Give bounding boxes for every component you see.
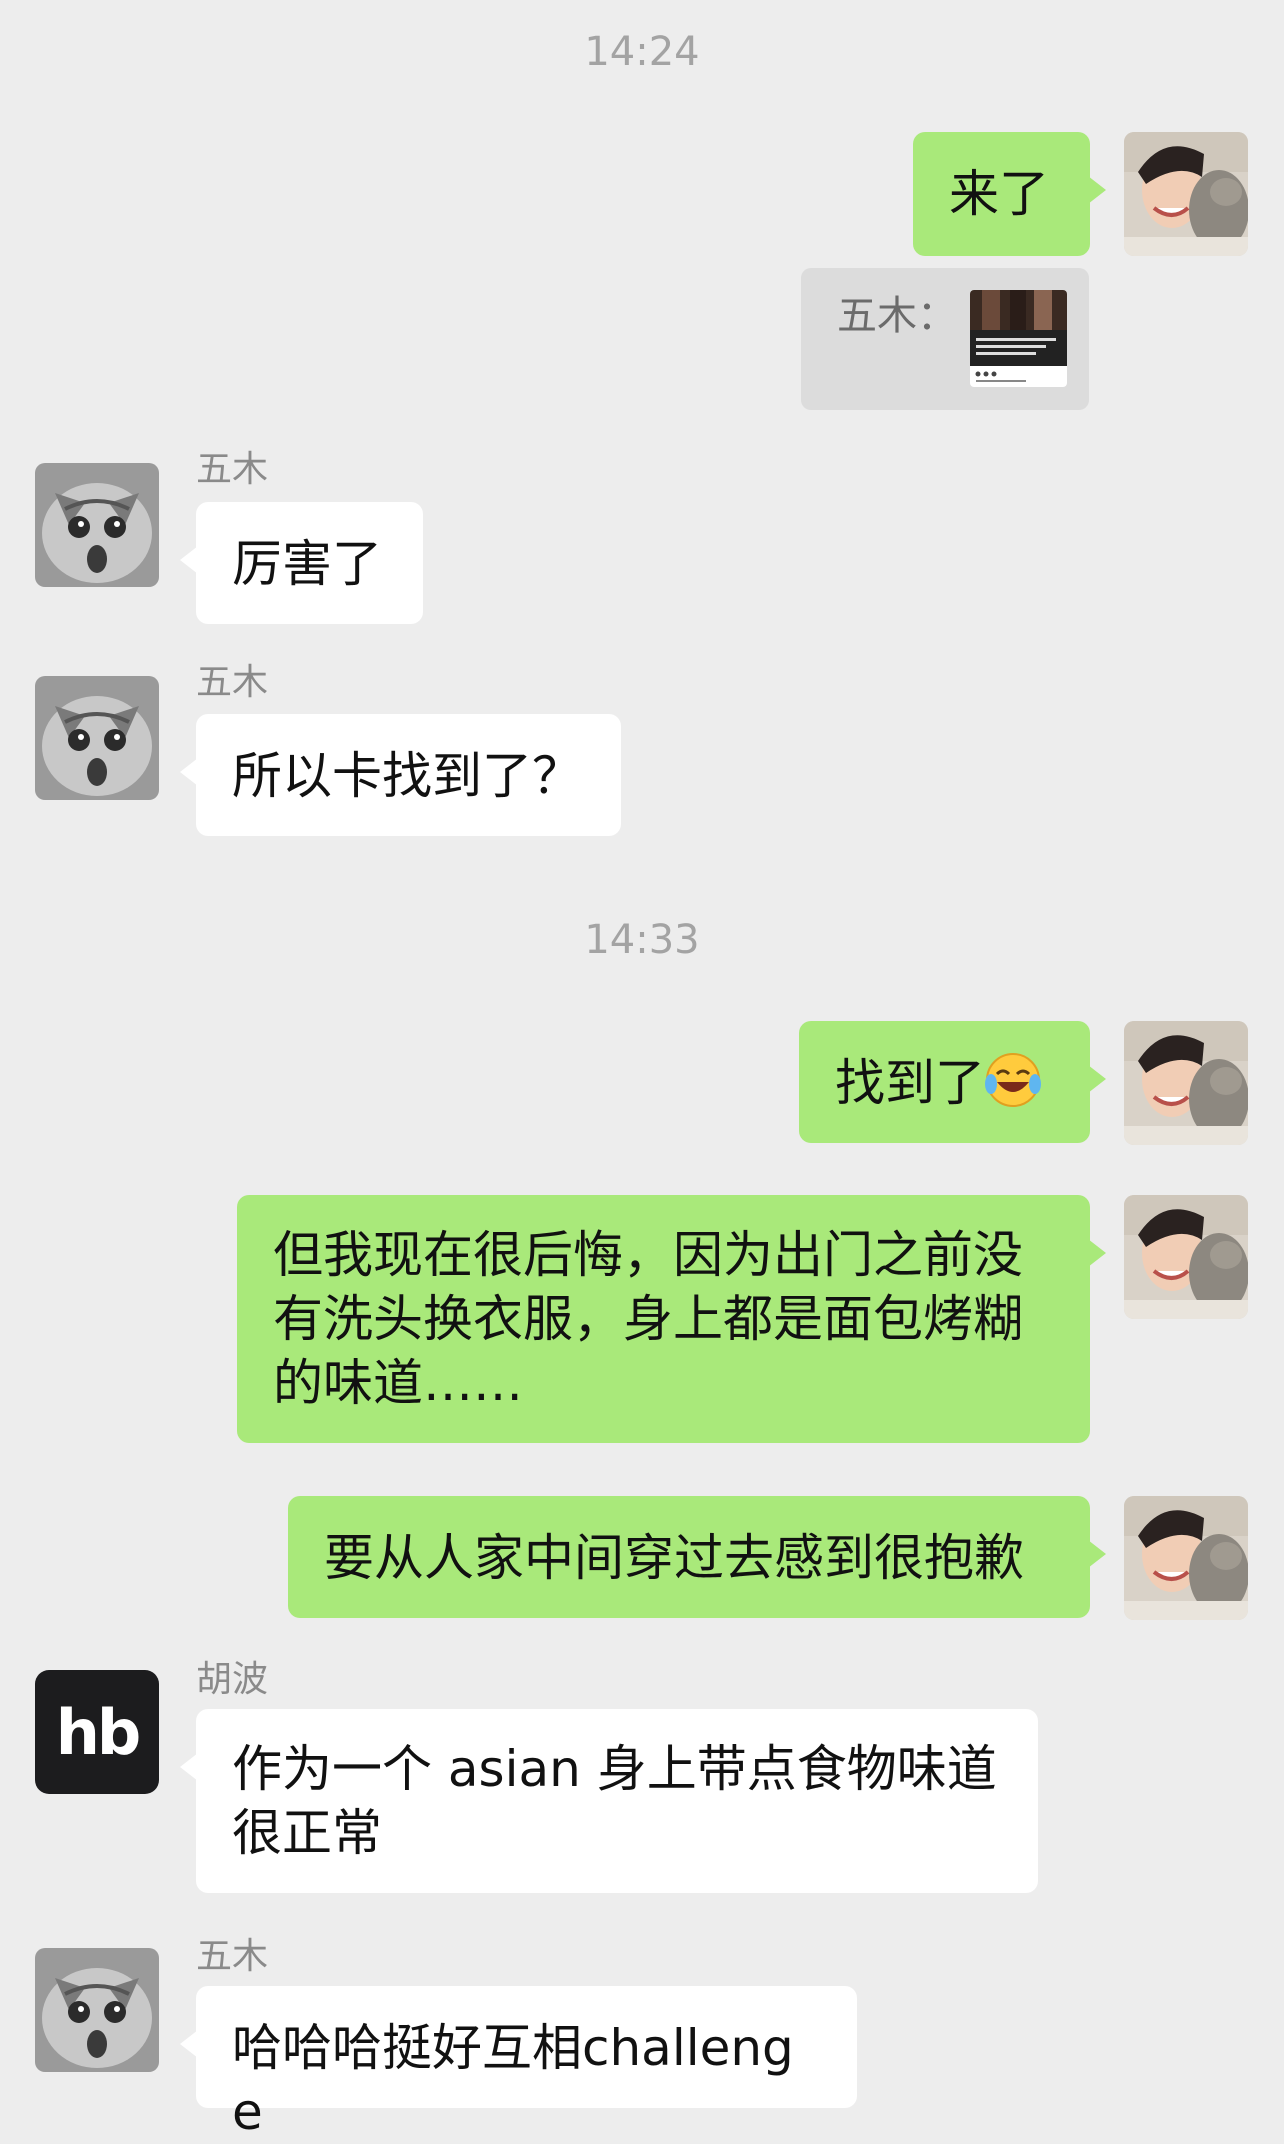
message-bubble-mine[interactable]: 要从人家中间穿过去感到很抱歉 — [288, 1496, 1106, 1618]
message-bubble-theirs[interactable]: 哈哈哈挺好互相challenge — [180, 1986, 857, 2141]
hb-logo: hb — [55, 1695, 142, 1769]
avatar-contact-hb[interactable]: hb — [35, 1670, 159, 1794]
message-text: 要从人家中间穿过去感到很抱歉 — [324, 1529, 1024, 1587]
quoted-image-thumbnail[interactable] — [970, 290, 1067, 387]
message-text: 作为一个 asian 身上带点食物味道很正常 — [232, 1740, 997, 1862]
sender-name: 五木 — [196, 449, 269, 490]
message-bubble-theirs[interactable]: 作为一个 asian 身上带点食物味道很正常 — [180, 1709, 1038, 1893]
message-bubble-mine[interactable]: 但我现在很后悔，因为出门之前没有洗头换衣服，身上都是面包烤糊的味道…… — [237, 1195, 1106, 1443]
sender-name: 五木 — [196, 662, 269, 703]
laughing-with-tears-emoji-icon — [985, 1052, 1041, 1123]
avatar-self[interactable] — [1124, 1021, 1248, 1145]
avatar-self[interactable] — [1124, 1496, 1248, 1620]
message-text: 找到了 — [835, 1054, 985, 1112]
sender-name: 胡波 — [196, 1659, 269, 1700]
message-bubble-mine[interactable]: 找到了 — [799, 1021, 1106, 1143]
message-bubble-theirs[interactable]: 厉害了 — [180, 502, 423, 624]
quote-label: 五木： — [837, 293, 957, 339]
quoted-message[interactable]: 五木： — [801, 268, 1089, 410]
avatar-self[interactable] — [1124, 1195, 1248, 1319]
avatar-contact-cat[interactable] — [35, 463, 159, 587]
timestamp: 14:33 — [584, 917, 700, 963]
message-bubble-theirs[interactable]: 所以卡找到了？ — [180, 714, 621, 836]
avatar-self[interactable] — [1124, 132, 1248, 256]
avatar-contact-cat[interactable] — [35, 1948, 159, 2072]
message-text: 所以卡找到了？ — [232, 747, 582, 805]
message-text: 但我现在很后悔，因为出门之前没有洗头换衣服，身上都是面包烤糊的味道…… — [273, 1226, 1023, 1412]
sender-name: 五木 — [196, 1936, 269, 1977]
timestamp: 14:24 — [584, 29, 700, 75]
message-bubble-mine[interactable]: 来了 — [913, 132, 1106, 256]
avatar-contact-cat[interactable] — [35, 676, 159, 800]
message-text: 厉害了 — [232, 535, 382, 593]
message-text: 哈哈哈挺好互相challenge — [232, 2019, 794, 2141]
message-text: 来了 — [949, 165, 1049, 223]
